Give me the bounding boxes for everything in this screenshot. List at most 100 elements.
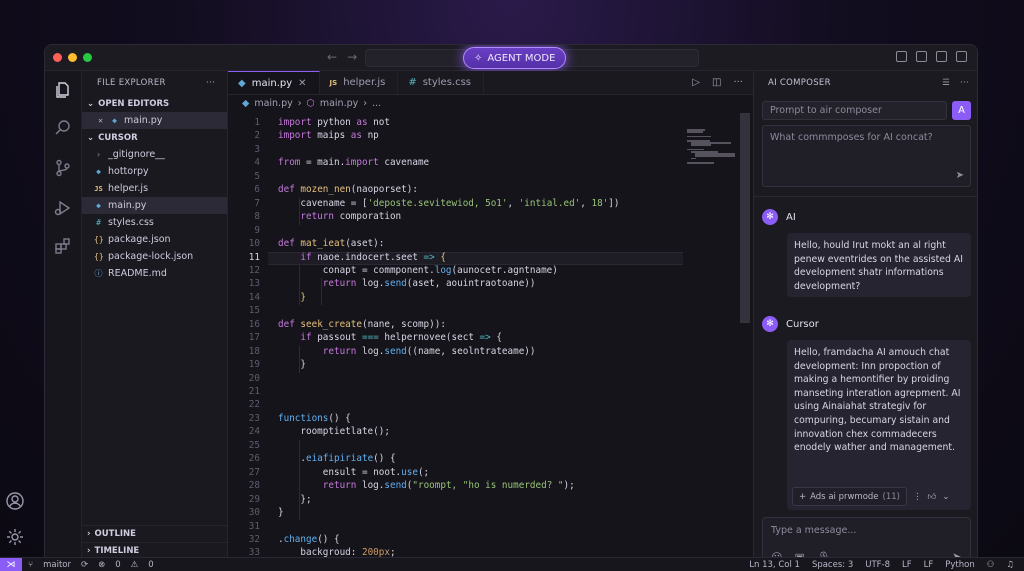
- extensions-icon[interactable]: [54, 237, 72, 255]
- line-ending[interactable]: LF: [902, 560, 912, 570]
- forward-arrow-icon[interactable]: →: [347, 50, 357, 64]
- code-line[interactable]: import maips as np: [278, 130, 379, 141]
- code-line[interactable]: return comporation: [278, 211, 401, 222]
- close-icon[interactable]: ✕: [96, 116, 105, 125]
- message-input[interactable]: Type a message...: [771, 525, 856, 536]
- code-line[interactable]: def mozen_nen(naoporset):: [278, 184, 418, 195]
- file-item[interactable]: {} package-lock.json: [82, 248, 227, 265]
- close-tab-icon[interactable]: ✕: [298, 78, 306, 89]
- composer-a-button[interactable]: A: [952, 101, 971, 120]
- tab-helper-js[interactable]: JS helper.js: [320, 71, 399, 94]
- composer-more-icon[interactable]: ···: [960, 78, 969, 88]
- open-editor-item[interactable]: ✕ ◆ main.py: [82, 112, 227, 129]
- more-actions-icon[interactable]: ···: [733, 77, 743, 88]
- error-count[interactable]: 0: [115, 560, 120, 570]
- thumbs-up-icon[interactable]: 👍︎: [928, 492, 937, 502]
- file-item[interactable]: {} package.json: [82, 231, 227, 248]
- code-line[interactable]: if passout === helpernovee(sect => {: [278, 332, 502, 343]
- warning-count[interactable]: 0: [148, 560, 153, 570]
- timeline-section[interactable]: › TIMELINE: [82, 542, 227, 557]
- file-item[interactable]: # styles.css: [82, 214, 227, 231]
- toggle-panel-icon[interactable]: [916, 51, 927, 62]
- bell-icon[interactable]: ♫: [1006, 560, 1014, 570]
- remote-icon[interactable]: ⋊: [0, 557, 22, 571]
- run-play-icon[interactable]: ▷: [692, 77, 700, 88]
- copilot-icon[interactable]: ⚇: [987, 560, 995, 570]
- code-line[interactable]: functions() {: [278, 413, 351, 424]
- code-line[interactable]: }: [278, 292, 306, 303]
- chevron-down-icon: ⌄: [87, 98, 95, 109]
- account-icon[interactable]: [6, 492, 24, 510]
- breadcrumb-symbol[interactable]: main.py: [320, 98, 358, 109]
- branch-name[interactable]: maitor: [43, 560, 71, 570]
- code-line[interactable]: };: [278, 494, 311, 505]
- line-number: 12: [248, 264, 260, 276]
- message-input-box[interactable]: Type a message... ☺ ▣ 🎙︎ ➤: [762, 517, 971, 557]
- code-line[interactable]: return log.send((name, seolntrateame)): [278, 346, 536, 357]
- indent-spaces[interactable]: Spaces: 3: [812, 560, 853, 570]
- ads-mode-button[interactable]: + Ads ai prwmode (11): [792, 487, 907, 506]
- code-line[interactable]: .eiafipiriate() {: [278, 453, 395, 464]
- breadcrumb-file[interactable]: main.py: [254, 98, 292, 109]
- code-line[interactable]: if naoe.indocert.seet => {: [278, 252, 446, 263]
- chevron-down-icon[interactable]: ⌄: [942, 492, 949, 502]
- sync-icon[interactable]: ⟳: [81, 560, 88, 570]
- file-item[interactable]: › _gitignore__: [82, 146, 227, 163]
- search-icon[interactable]: [54, 119, 72, 137]
- line-number: 26: [248, 453, 260, 465]
- vertical-more-icon[interactable]: ⋮: [913, 492, 922, 502]
- split-editor-icon[interactable]: ◫: [712, 77, 721, 88]
- line-ending-secondary[interactable]: LF: [924, 560, 934, 570]
- code-line[interactable]: ensult = noot.use(;: [278, 467, 429, 478]
- file-item[interactable]: ⓘ README.md: [82, 265, 227, 282]
- project-folder-label: CURSOR: [98, 132, 138, 143]
- breadcrumb-more[interactable]: ...: [372, 98, 381, 109]
- json-file-icon: {}: [94, 252, 104, 261]
- code-line[interactable]: }: [278, 359, 306, 370]
- code-area[interactable]: 1 import python as not 2 import maips as np…: [228, 113, 683, 557]
- source-control-icon[interactable]: [54, 159, 72, 177]
- line-number: 19: [248, 359, 260, 371]
- customize-layout-icon[interactable]: [956, 51, 967, 62]
- file-item[interactable]: ◆ main.py: [82, 197, 227, 214]
- back-arrow-icon[interactable]: ←: [327, 50, 337, 64]
- maximize-window-button[interactable]: [83, 53, 92, 62]
- editor-scrollbar[interactable]: [740, 113, 750, 323]
- toggle-secondary-sidebar-icon[interactable]: [936, 51, 947, 62]
- composer-context-textarea[interactable]: What commmposes for AI concat? ➤: [762, 125, 971, 187]
- run-debug-icon[interactable]: [54, 199, 72, 217]
- code-line[interactable]: }: [278, 507, 284, 518]
- code-line[interactable]: import python as not: [278, 117, 390, 128]
- language-mode[interactable]: Python: [945, 560, 974, 570]
- minimize-window-button[interactable]: [68, 53, 77, 62]
- close-window-button[interactable]: [53, 53, 62, 62]
- minimap-line: [691, 157, 696, 160]
- code-line[interactable]: .change() {: [278, 534, 340, 545]
- code-line[interactable]: from = main.import cavename: [278, 157, 429, 168]
- tab-main-py[interactable]: ◆ main.py ✕: [228, 71, 320, 94]
- code-line[interactable]: cavename = ['deposte.sevitewiod, 5o1', '…: [278, 198, 619, 209]
- file-item[interactable]: JS helper.js: [82, 180, 227, 197]
- agent-mode-label: AGENT MODE: [487, 52, 556, 64]
- outline-section[interactable]: › OUTLINE: [82, 525, 227, 542]
- code-line[interactable]: roomptietlate();: [278, 426, 390, 437]
- settings-gear-icon[interactable]: [6, 528, 24, 546]
- sliders-icon[interactable]: ☰: [942, 78, 950, 88]
- send-icon[interactable]: ➤: [956, 170, 964, 181]
- tab-styles-css[interactable]: # styles.css: [398, 71, 485, 94]
- file-item[interactable]: ◆ hottorpy: [82, 163, 227, 180]
- code-line[interactable]: conapt = commponent.log(aunocetr.agntnam…: [278, 265, 558, 276]
- code-line[interactable]: def seek_create(nane, scomp)):: [278, 319, 446, 330]
- cursor-position[interactable]: Ln 13, Col 1: [749, 560, 800, 570]
- explorer-files-icon[interactable]: [54, 81, 72, 99]
- file-encoding[interactable]: UTF-8: [865, 560, 890, 570]
- agent-mode-button[interactable]: ✧ AGENT MODE: [463, 47, 567, 69]
- open-editors-section[interactable]: ⌄ OPEN EDITORS: [82, 95, 227, 112]
- composer-prompt-input[interactable]: Prompt to air composer: [762, 101, 947, 120]
- explorer-more-icon[interactable]: ···: [206, 78, 215, 88]
- toggle-sidebar-icon[interactable]: [896, 51, 907, 62]
- project-folder-section[interactable]: ⌄ CURSOR: [82, 129, 227, 146]
- code-line[interactable]: return log.send(aset, aouintraotoane)): [278, 278, 536, 289]
- code-line[interactable]: return log.send("roompt, "ho is numerded…: [278, 480, 575, 491]
- code-line[interactable]: def mat_ieat(aset):: [278, 238, 384, 249]
